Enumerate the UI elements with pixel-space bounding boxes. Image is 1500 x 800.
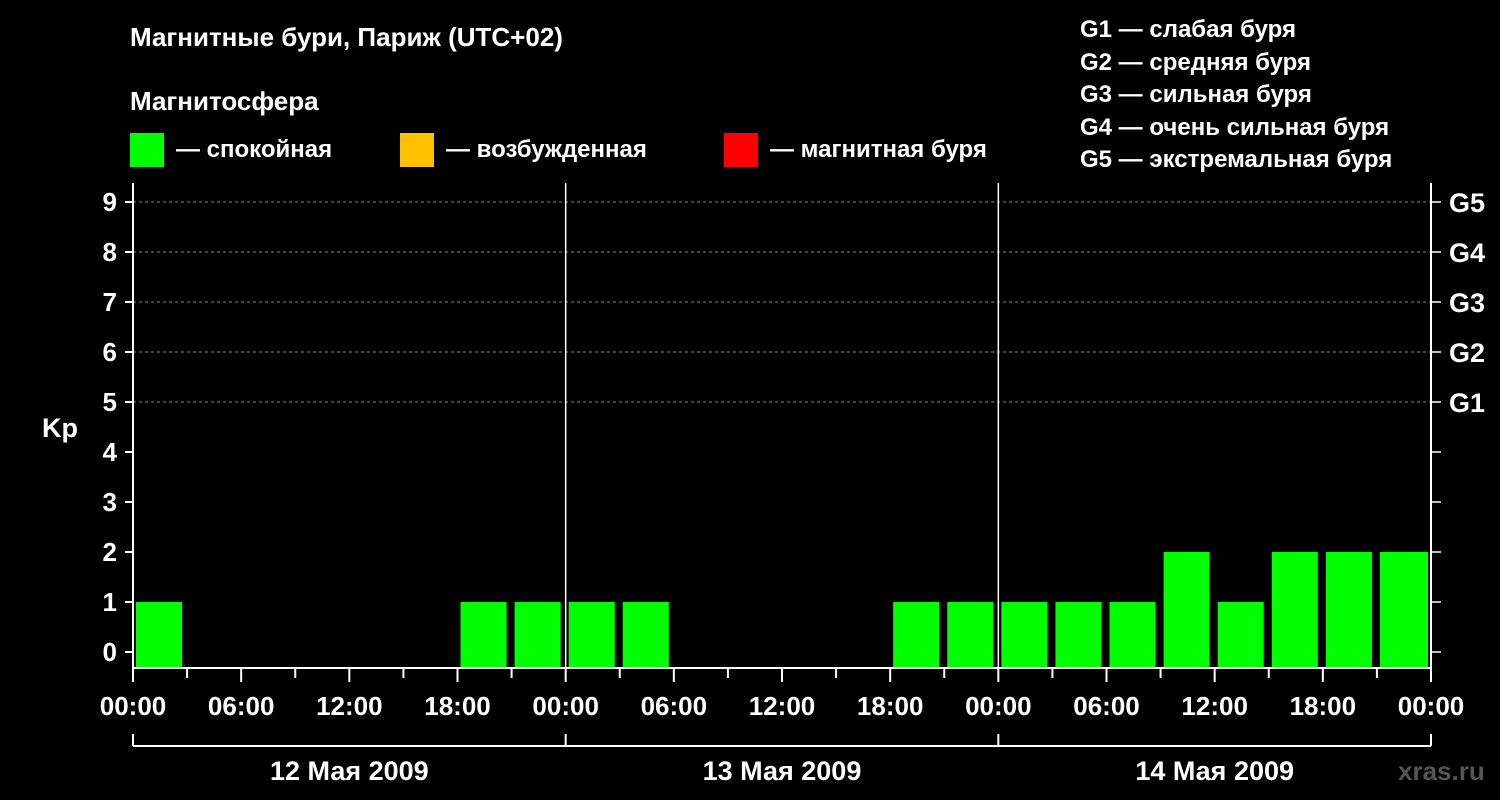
kp-bar [947, 602, 994, 668]
day-label: 12 Мая 2009 [270, 756, 429, 786]
kp-bar [1163, 552, 1210, 668]
g-level-label: G5 [1449, 188, 1485, 218]
y-tick-label: 0 [103, 637, 117, 667]
y-tick-label: 2 [103, 537, 117, 567]
x-tick-label: 00:00 [965, 691, 1032, 721]
x-tick-label: 06:00 [641, 691, 708, 721]
y-tick-label: 9 [103, 187, 117, 217]
kp-bar [1325, 552, 1372, 668]
kp-bar [1271, 552, 1318, 668]
g-level-label: G3 [1449, 288, 1485, 318]
x-tick-label: 12:00 [316, 691, 383, 721]
kp-bar [1109, 602, 1156, 668]
x-tick-label: 06:00 [1073, 691, 1140, 721]
y-tick-label: 8 [103, 237, 117, 267]
y-tick-label: 4 [103, 437, 118, 467]
kp-bar [136, 602, 183, 668]
day-label: 14 Мая 2009 [1135, 756, 1294, 786]
y-tick-label: 5 [103, 387, 117, 417]
x-tick-label: 00:00 [1398, 691, 1465, 721]
g-level-label: G2 [1449, 338, 1485, 368]
kp-bar [1379, 552, 1428, 668]
y-axis-label: Kp [42, 413, 78, 443]
g-level-label: G4 [1449, 238, 1485, 268]
y-tick-label: 6 [103, 337, 117, 367]
kp-bar [1217, 602, 1264, 668]
y-tick-label: 1 [103, 587, 117, 617]
kp-bar [460, 602, 507, 668]
kp-bar [1055, 602, 1102, 668]
x-tick-label: 06:00 [208, 691, 275, 721]
day-label: 13 Мая 2009 [703, 756, 862, 786]
kp-chart: 0 1 2 3 4 5 6 7 8 9 G1 G2 G3 G4 G5 Kp 00:00 06:00 12:00 18:… [42, 183, 1485, 786]
y-tick-label: 3 [103, 487, 117, 517]
kp-bar [1001, 602, 1048, 668]
x-tick-label: 00:00 [532, 691, 599, 721]
x-tick-label: 18:00 [424, 691, 491, 721]
x-tick-label: 18:00 [857, 691, 924, 721]
kp-bar [622, 602, 669, 668]
x-tick-label: 18:00 [1290, 691, 1357, 721]
x-tick-label: 12:00 [1181, 691, 1248, 721]
g-level-label: G1 [1449, 388, 1485, 418]
watermark: xras.ru [1398, 756, 1485, 786]
kp-bar [568, 602, 615, 668]
x-tick-label: 12:00 [749, 691, 816, 721]
y-tick-label: 7 [103, 287, 117, 317]
x-tick-label: 00:00 [100, 691, 167, 721]
kp-bar [514, 602, 561, 668]
kp-bar [893, 602, 940, 668]
